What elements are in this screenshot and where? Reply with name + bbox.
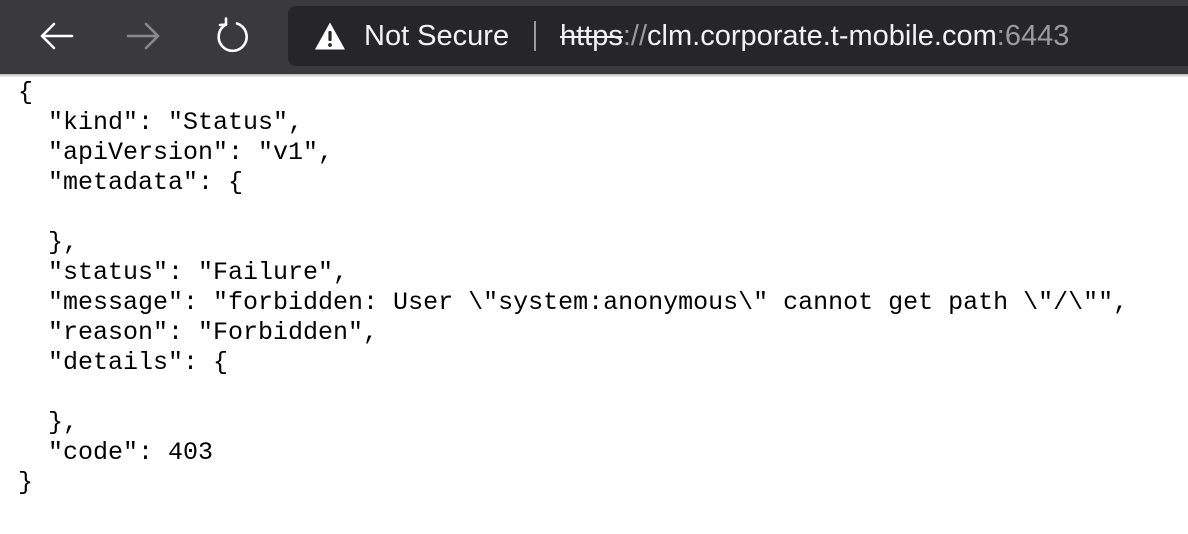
- warning-triangle-icon: [315, 22, 345, 50]
- arrow-left-icon: [40, 22, 74, 50]
- forward-button[interactable]: [122, 14, 166, 58]
- toolbar-divider: [0, 74, 1188, 77]
- url-scheme: https: [560, 20, 623, 52]
- url-host: clm.corporate.t-mobile.com: [647, 20, 997, 52]
- url-port: :6443: [996, 20, 1070, 52]
- json-response-body: { "kind": "Status", "apiVersion": "v1", …: [18, 78, 1129, 497]
- browser-toolbar: Not Secure https://clm.corporate.t-mobil…: [0, 0, 1188, 74]
- security-label[interactable]: Not Secure: [364, 19, 509, 53]
- address-divider: [534, 21, 536, 51]
- reload-icon: [217, 17, 248, 53]
- url-separator: ://: [622, 20, 648, 52]
- arrow-right-icon: [126, 22, 160, 50]
- back-button[interactable]: [34, 14, 78, 58]
- reload-button[interactable]: [210, 14, 254, 58]
- address-bar[interactable]: Not Secure https://clm.corporate.t-mobil…: [288, 6, 1188, 66]
- url-field[interactable]: https://clm.corporate.t-mobile.com:6443: [560, 19, 1069, 53]
